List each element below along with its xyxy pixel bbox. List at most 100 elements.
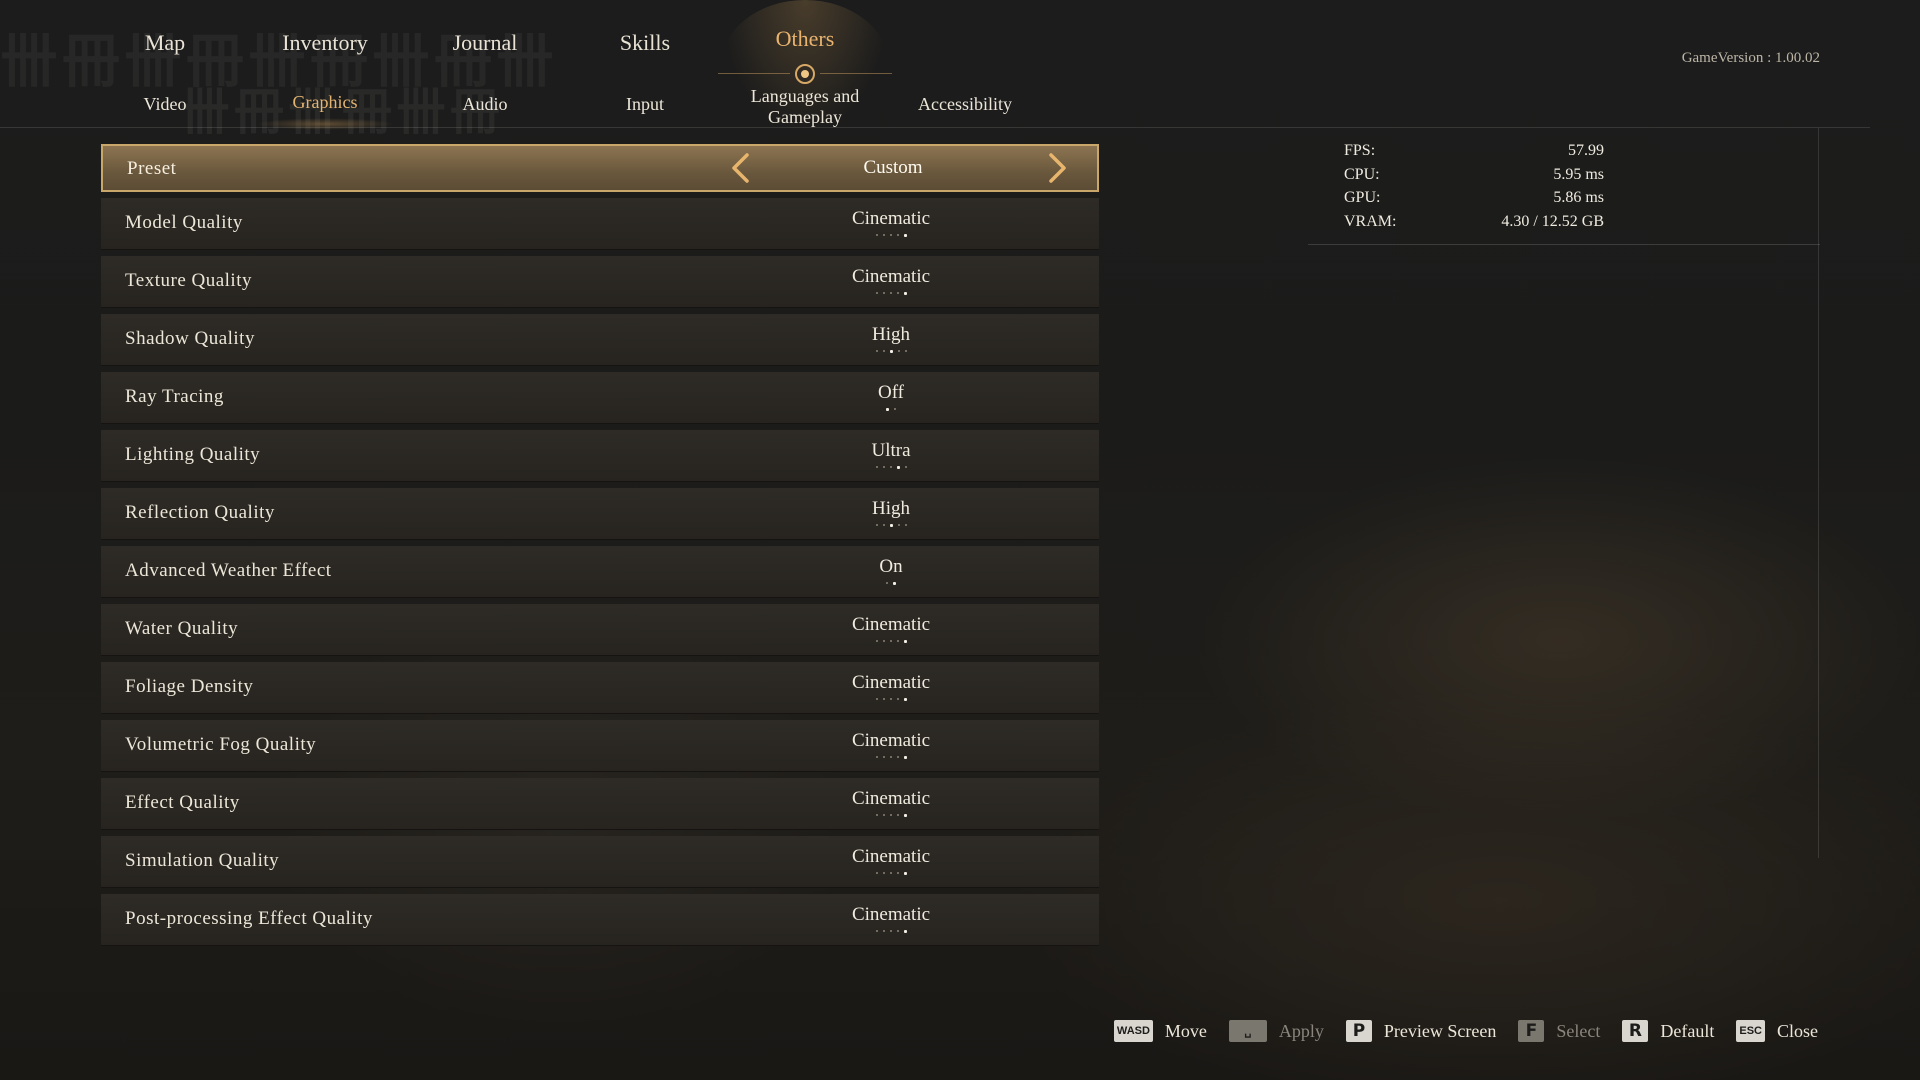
level-dot [904,466,907,468]
hint-preview-screen[interactable]: P Preview Screen [1345,1020,1497,1042]
hint-default[interactable]: R Default [1622,1020,1714,1042]
stat-cpu-value: 5.95 ms [1553,166,1604,183]
setting-value: Cinematic [851,904,931,925]
setting-value: Cinematic [851,672,931,693]
control-hints: WASD Move ␣ Apply P Preview Screen F Select R Def… [1092,1016,1818,1046]
level-dot [896,814,899,816]
level-dot [889,698,892,700]
level-dot [889,930,892,932]
level-dot [904,524,907,526]
setting-row-volumetric-fog-quality[interactable]: Volumetric Fog Quality Cinematic [101,720,1099,772]
level-dot-active [903,291,907,295]
active-tab-emblem-icon [795,64,815,84]
setting-label: Shadow Quality [125,328,255,349]
setting-value: High [872,498,910,519]
level-indicator [861,813,921,817]
level-indicator [861,233,921,237]
level-dot [889,640,892,642]
hint-label: Select [1556,1020,1601,1041]
level-dot [875,292,878,294]
level-dot [882,524,885,526]
setting-row-water-quality[interactable]: Water Quality Cinematic [101,604,1099,656]
level-dot [882,292,885,294]
level-dot [894,408,896,410]
setting-value: Cinematic [851,614,931,635]
game-version: GameVersion : 1.00.02 [1681,50,1820,66]
key-space-icon: ␣ [1228,1020,1267,1042]
level-dot [896,872,899,874]
setting-value: Cinematic [851,730,931,751]
level-indicator [861,349,921,353]
level-indicator [861,407,921,411]
tab-map[interactable]: Map [85,30,245,56]
hint-label: Preview Screen [1383,1020,1497,1041]
panel-divider [1818,128,1819,858]
level-dot-active [903,639,907,643]
setting-row-post-processing-effect-quality[interactable]: Post-processing Effect Quality Cinematic [101,894,1099,946]
level-dot [882,872,885,874]
level-dot-active [903,929,907,933]
tab-journal[interactable]: Journal [405,30,565,56]
chevron-left-icon[interactable] [725,151,759,185]
setting-label: Advanced Weather Effect [125,560,332,581]
hint-apply[interactable]: ␣ Apply [1228,1020,1324,1042]
level-dot [896,234,899,236]
level-dot [875,524,878,526]
setting-row-advanced-weather-effect[interactable]: Advanced Weather Effect On [101,546,1099,598]
performance-stats-panel: FPS: 57.99 CPU: 5.95 ms GPU: 5.86 ms VRA… [1308,126,1820,245]
setting-value: Ultra [871,440,911,461]
key-esc-icon: ESC [1736,1020,1765,1042]
setting-row-shadow-quality[interactable]: Shadow Quality High [101,314,1099,366]
level-indicator [861,465,921,469]
hint-label: Close [1776,1020,1818,1041]
setting-row-lighting-quality[interactable]: Lighting Quality Ultra [101,430,1099,482]
setting-row-effect-quality[interactable]: Effect Quality Cinematic [101,778,1099,830]
subtab-graphics[interactable]: Graphics [245,92,405,113]
level-dot [889,466,892,468]
setting-label: Volumetric Fog Quality [125,734,317,755]
hint-select[interactable]: F Select [1518,1020,1600,1042]
setting-row-ray-tracing[interactable]: Ray Tracing Off [101,372,1099,424]
level-indicator [861,639,921,643]
setting-label: Water Quality [125,618,239,639]
level-dot-active [886,407,889,411]
tab-inventory[interactable]: Inventory [245,30,405,56]
preset-value: Custom [863,157,923,178]
key-wasd-icon: WASD [1113,1020,1153,1042]
chevron-right-icon[interactable] [1039,151,1073,185]
stat-vram: VRAM: 4.30 / 12.52 GB [1344,213,1604,235]
setting-row-model-quality[interactable]: Model Quality Cinematic [101,198,1099,250]
level-dot [875,350,878,352]
hint-move[interactable]: WASD Move [1113,1020,1207,1042]
level-dot [875,756,878,758]
stat-vram-value: 4.30 / 12.52 GB [1501,213,1604,230]
emblem-line-left [718,73,790,74]
subtab-languages-gameplay[interactable]: Languages and Gameplay [725,86,885,128]
subtab-audio[interactable]: Audio [405,94,565,115]
subtab-input[interactable]: Input [565,94,725,115]
subtab-accessibility[interactable]: Accessibility [885,94,1045,115]
level-dot [875,234,878,236]
level-dot [897,350,900,352]
preset-row[interactable]: Preset Custom [101,144,1099,192]
hint-close[interactable]: ESC Close [1736,1020,1818,1042]
subtab-video[interactable]: Video [85,94,245,115]
setting-label: Lighting Quality [125,444,261,465]
setting-label: Ray Tracing [125,386,224,407]
tab-others[interactable]: Others [725,26,885,52]
graphics-settings-list: Preset Custom Model Quality Cinematic Text… [101,144,1099,952]
setting-row-foliage-density[interactable]: Foliage Density Cinematic [101,662,1099,714]
setting-value: Cinematic [851,208,931,229]
level-dot [882,756,885,758]
level-dot [889,756,892,758]
setting-row-reflection-quality[interactable]: Reflection Quality High [101,488,1099,540]
level-dot [882,350,885,352]
setting-row-texture-quality[interactable]: Texture Quality Cinematic [101,256,1099,308]
level-indicator [861,929,921,933]
level-dot [896,640,899,642]
setting-row-simulation-quality[interactable]: Simulation Quality Cinematic [101,836,1099,888]
setting-label: Effect Quality [125,792,240,813]
tab-skills[interactable]: Skills [565,30,725,56]
preset-label: Preset [127,158,177,179]
setting-label: Post-processing Effect Quality [125,908,373,929]
